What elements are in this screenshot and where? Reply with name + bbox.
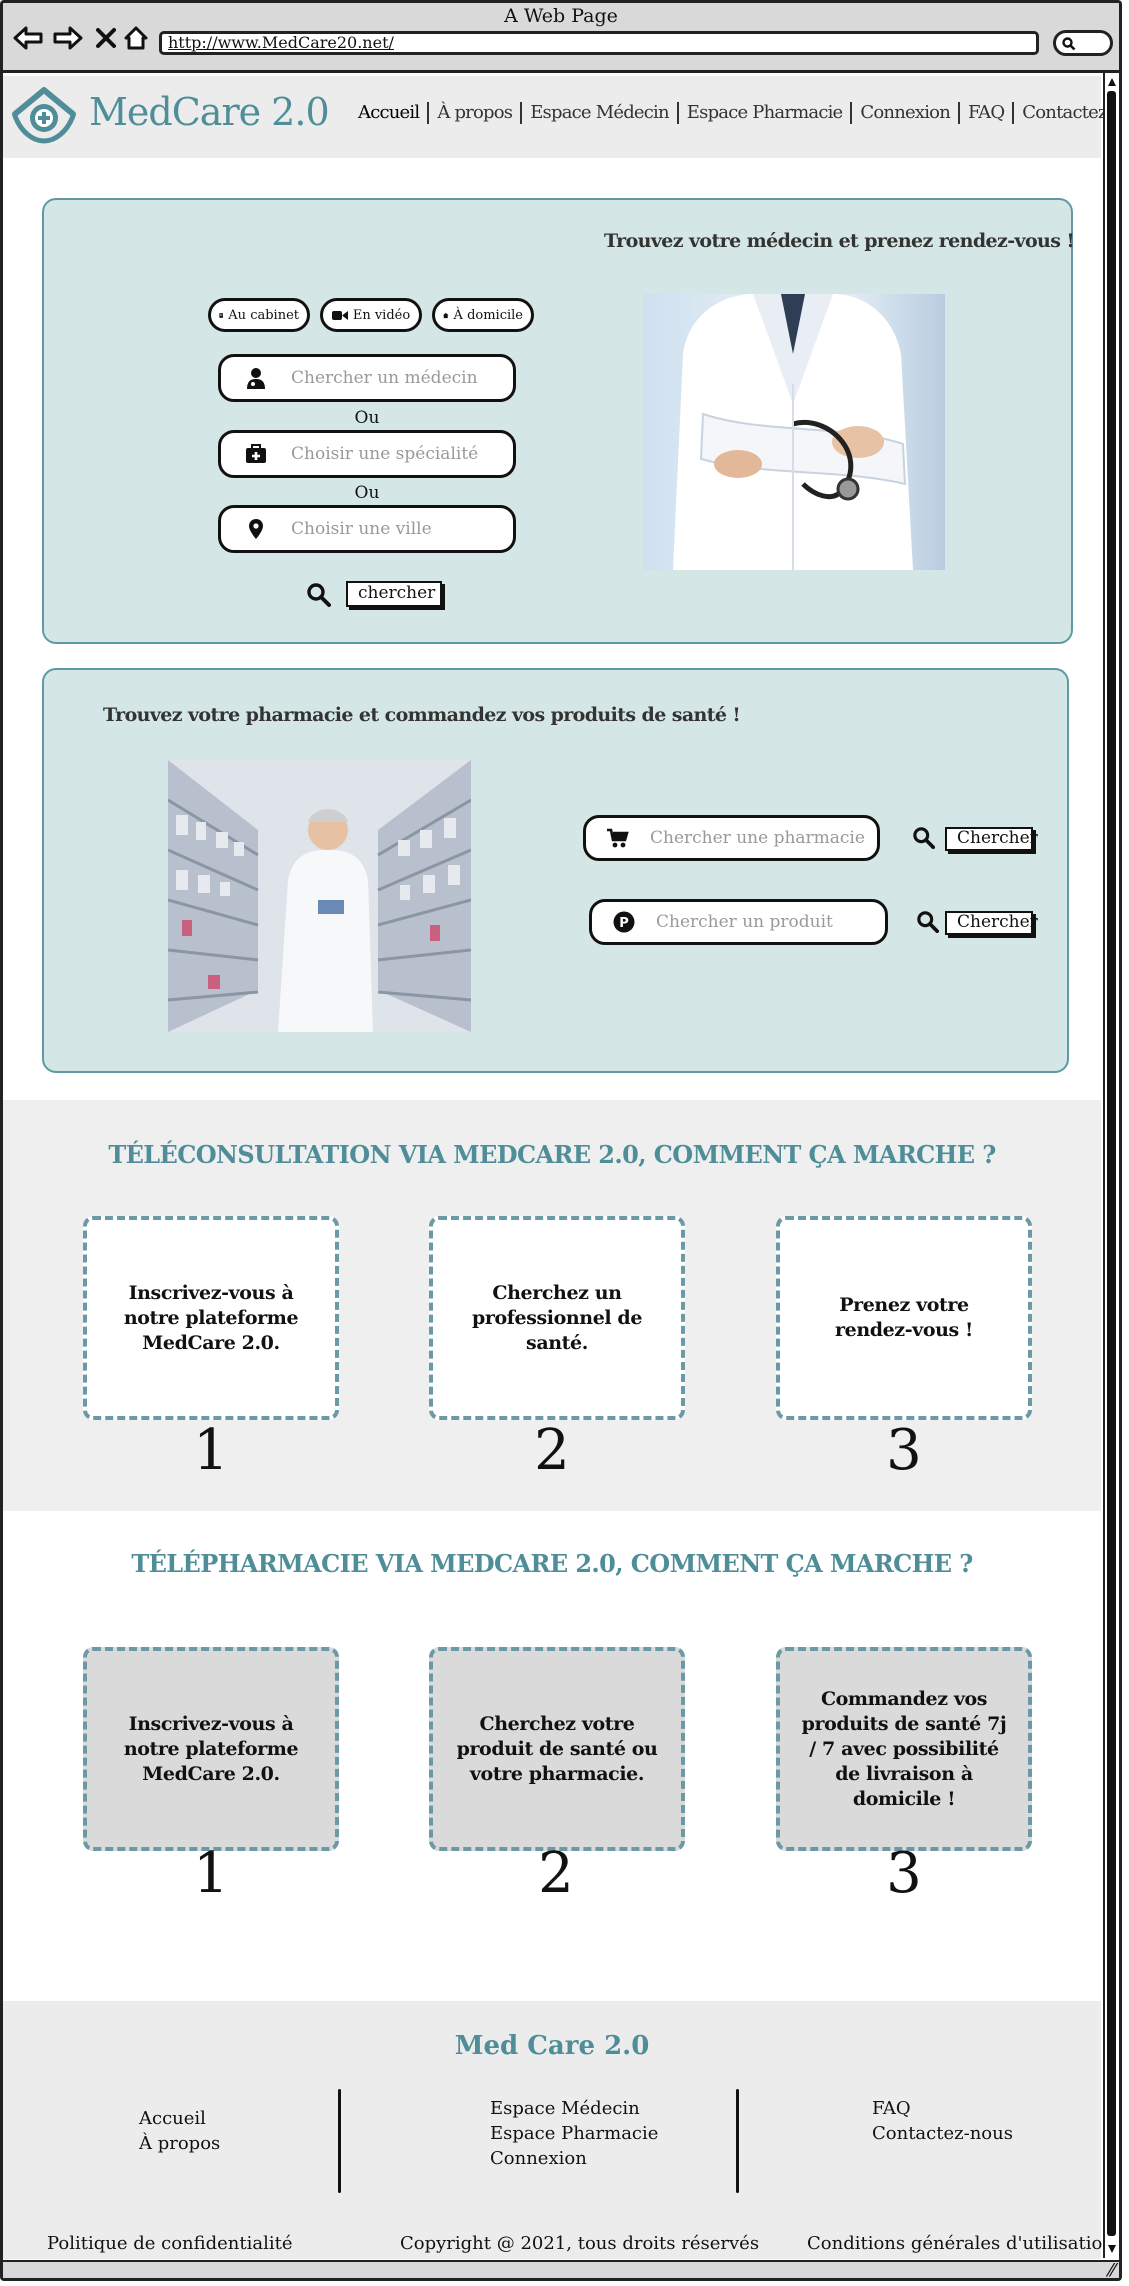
footer-link-espace-medecin[interactable]: Espace Médecin [490, 2096, 658, 2121]
back-arrow-icon[interactable] [13, 23, 43, 53]
teleconsultation-title: TÉLÉCONSULTATION VIA MEDCARE 2.0, COMMEN… [108, 1140, 996, 1169]
footer-privacy-link[interactable]: Politique de confidentialité [47, 2233, 293, 2254]
stop-x-icon[interactable] [91, 23, 121, 53]
search-icon [1062, 37, 1076, 51]
pharmacy-search-panel: Trouvez votre pharmacie et commandez vos… [42, 668, 1069, 1073]
window-title: A Web Page [504, 5, 618, 27]
pharmacist-photo [168, 760, 471, 1032]
telepharm-step-2-card: Cherchez votre produit de santé ou votre… [429, 1647, 685, 1851]
footer-link-connexion[interactable]: Connexion [490, 2146, 658, 2171]
medcare-logo-icon[interactable] [11, 86, 77, 144]
telepharmacie-section: TÉLÉPHARMACIE VIA MEDCARE 2.0, COMMENT Ç… [3, 1511, 1101, 2001]
footer-link-accueil[interactable]: Accueil [139, 2106, 220, 2131]
scrollbar-thumb[interactable] [1107, 91, 1116, 2236]
specialty-placeholder: Choisir une spécialité [291, 444, 479, 464]
specialty-select[interactable]: Choisir une spécialité [218, 430, 516, 478]
footer-link-espace-pharmacie[interactable]: Espace Pharmacie [490, 2121, 658, 2146]
browser-status-bar: ⁄⁄ [3, 2260, 1119, 2278]
footer-title: Med Care 2.0 [454, 2031, 650, 2061]
browser-toolbar: A Web Page http://www.MedCare20.net/ [3, 3, 1119, 73]
footer-link-a-propos[interactable]: À propos [139, 2131, 220, 2156]
scroll-down-arrow-icon[interactable] [1107, 2244, 1117, 2254]
site-logo-text[interactable]: MedCare 2.0 [89, 90, 330, 134]
pharmacy-search-placeholder: Chercher une pharmacie [650, 828, 865, 848]
shopping-cart-icon [607, 828, 629, 848]
telepharm-step-1-number: 1 [193, 1841, 229, 1906]
search-icon[interactable] [913, 827, 935, 849]
teleconsultation-section: TÉLÉCONSULTATION VIA MEDCARE 2.0, COMMEN… [3, 1100, 1101, 1511]
doctor-search-input[interactable]: Chercher un médecin [218, 354, 516, 402]
browser-window: A Web Page http://www.MedCare20.net/ Med… [0, 0, 1122, 2281]
doctor-photo [643, 294, 945, 570]
or-separator-1: Ou [354, 408, 380, 428]
product-search-button[interactable]: Chercher [945, 911, 1038, 935]
mode-au-cabinet-button[interactable]: Au cabinet [208, 298, 310, 332]
city-placeholder: Choisir une ville [291, 519, 432, 539]
footer-column-2: Espace Médecin Espace Pharmacie Connexio… [490, 2096, 658, 2171]
address-bar[interactable]: http://www.MedCare20.net/ [159, 31, 1039, 55]
pharmacy-search-input[interactable]: Chercher une pharmacie [583, 815, 880, 861]
nav-connexion[interactable]: Connexion [852, 102, 961, 124]
telepharm-step-3-number: 3 [886, 1841, 922, 1906]
mode-a-domicile-button[interactable]: À domicile [432, 298, 534, 332]
teleconsult-step-3-number: 3 [886, 1418, 922, 1483]
nav-faq[interactable]: FAQ [960, 102, 1015, 124]
nav-espace-pharmacie[interactable]: Espace Pharmacie [679, 102, 853, 124]
footer-copyright: Copyright @ 2021, tous droits réservés [400, 2233, 760, 2254]
svg-text:P: P [619, 916, 629, 931]
doctor-icon [247, 368, 265, 389]
doctor-search-button[interactable]: chercher [346, 581, 442, 607]
telepharmacie-title: TÉLÉPHARMACIE VIA MEDCARE 2.0, COMMENT Ç… [131, 1549, 973, 1578]
site-footer: Med Care 2.0 Accueil À propos Espace Méd… [3, 2001, 1114, 2259]
resize-grip-icon[interactable]: ⁄⁄ [1109, 2260, 1115, 2278]
city-select[interactable]: Choisir une ville [218, 505, 516, 553]
building-icon [219, 312, 223, 318]
home-icon[interactable] [121, 23, 151, 53]
map-pin-icon [249, 519, 263, 539]
page-content: MedCare 2.0 Accueil À propos Espace Méde… [3, 76, 1119, 2260]
doctor-search-panel: Trouvez votre médecin et prenez rendez-v… [42, 198, 1075, 644]
nav-a-propos[interactable]: À propos [429, 102, 523, 124]
pharmacy-search-title: Trouvez votre pharmacie et commandez vos… [103, 704, 741, 726]
house-icon [443, 312, 449, 318]
search-icon[interactable] [307, 583, 331, 607]
product-search-input[interactable]: P Chercher un produit [589, 899, 888, 945]
telepharm-step-3-card: Commandez vos produits de santé 7j / 7 a… [776, 1647, 1032, 1851]
site-header: MedCare 2.0 Accueil À propos Espace Méde… [3, 76, 1119, 158]
mode-en-video-label: En vidéo [352, 307, 411, 323]
mode-a-domicile-label: À domicile [453, 307, 523, 323]
forward-arrow-icon[interactable] [53, 23, 83, 53]
teleconsult-step-2-card: Cherchez un professionnel de santé. [429, 1216, 685, 1420]
telepharm-step-2-number: 2 [538, 1841, 574, 1906]
parking-p-icon: P [613, 911, 635, 933]
footer-terms-link[interactable]: Conditions générales d'utilisation [807, 2233, 1114, 2254]
vertical-scrollbar[interactable] [1103, 73, 1119, 2258]
main-navigation: Accueil À propos Espace Médecin Espace P… [353, 102, 1119, 124]
medical-bag-icon [246, 444, 266, 463]
telepharm-step-1-card: Inscrivez-vous à notre plateforme MedCar… [83, 1647, 339, 1851]
footer-divider-2 [736, 2089, 739, 2193]
pharmacy-search-button[interactable]: Chercher [945, 827, 1038, 851]
search-icon[interactable] [917, 911, 939, 933]
product-search-placeholder: Chercher un produit [656, 912, 833, 932]
video-camera-icon [331, 310, 348, 320]
doctor-search-title: Trouvez votre médecin et prenez rendez-v… [604, 230, 1075, 252]
footer-link-faq[interactable]: FAQ [872, 2096, 1013, 2121]
footer-column-3: FAQ Contactez-nous [872, 2096, 1013, 2146]
teleconsult-step-1-card: Inscrivez-vous à notre plateforme MedCar… [83, 1216, 339, 1420]
mode-en-video-button[interactable]: En vidéo [320, 298, 422, 332]
teleconsult-step-1-number: 1 [193, 1418, 229, 1483]
nav-espace-medecin[interactable]: Espace Médecin [522, 102, 679, 124]
footer-divider-1 [338, 2089, 341, 2193]
or-separator-2: Ou [354, 483, 380, 503]
nav-accueil[interactable]: Accueil [353, 102, 430, 124]
doctor-search-placeholder: Chercher un médecin [291, 368, 478, 388]
footer-column-1: Accueil À propos [139, 2106, 220, 2156]
teleconsult-step-2-number: 2 [534, 1418, 570, 1483]
mode-au-cabinet-label: Au cabinet [228, 307, 299, 323]
scroll-up-arrow-icon[interactable] [1107, 77, 1117, 87]
browser-search-field[interactable] [1053, 30, 1113, 56]
teleconsult-step-3-card: Prenez votre rendez-vous ! [776, 1216, 1032, 1420]
footer-link-contactez-nous[interactable]: Contactez-nous [872, 2121, 1013, 2146]
